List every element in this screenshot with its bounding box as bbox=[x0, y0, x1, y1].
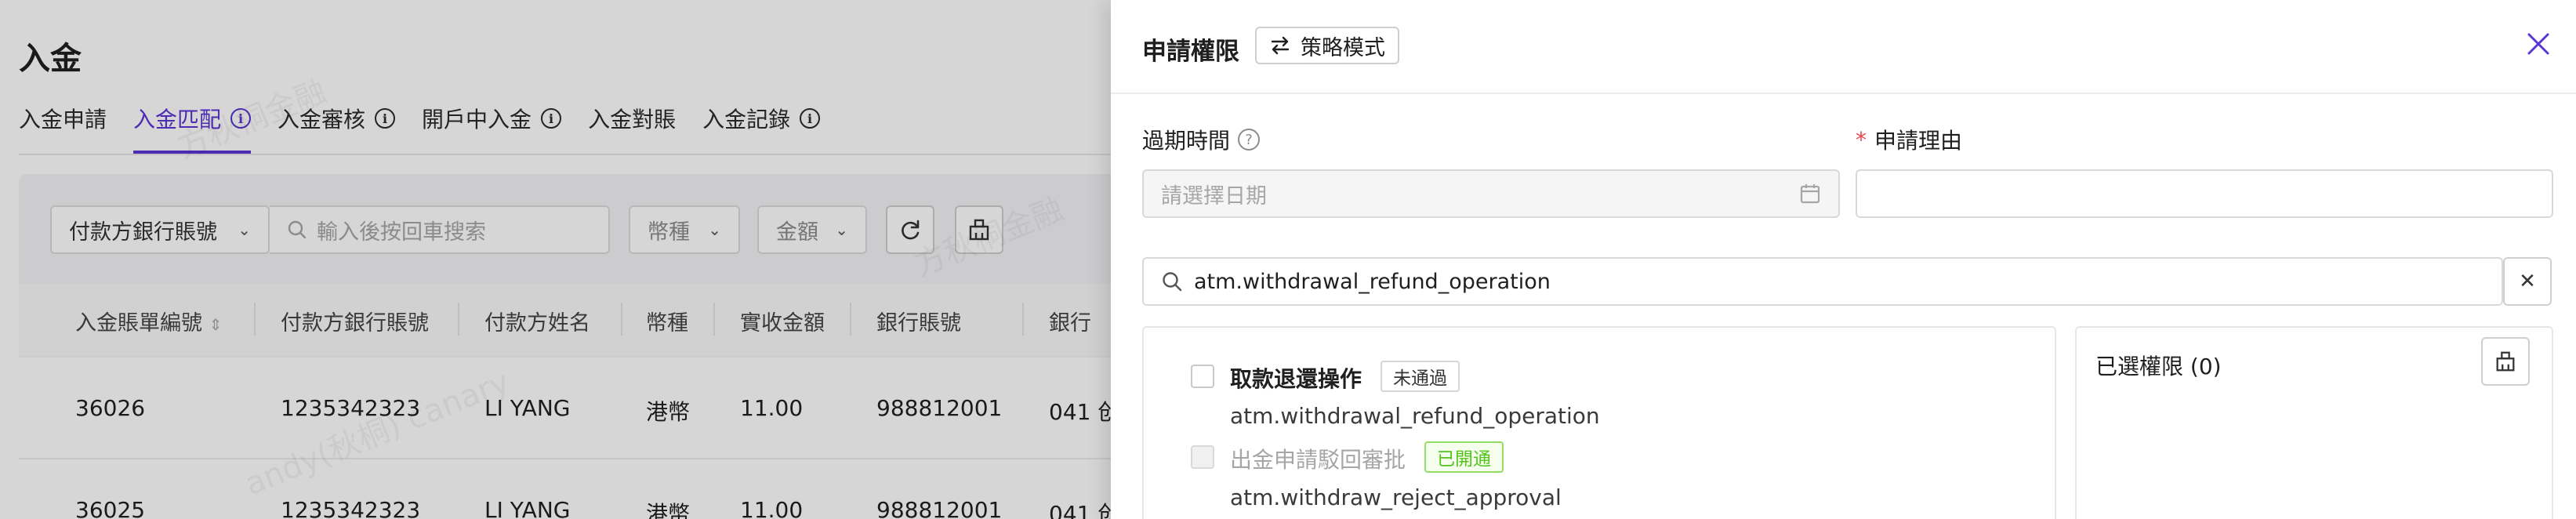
permission-checkbox[interactable] bbox=[1191, 365, 1214, 388]
expire-date-picker[interactable]: 請選擇日期 bbox=[1142, 169, 1840, 218]
permission-checkbox bbox=[1191, 445, 1214, 469]
clear-selected-button[interactable] bbox=[2481, 337, 2530, 386]
question-icon[interactable]: ? bbox=[1238, 129, 1261, 151]
strategy-mode-button[interactable]: 策略模式 bbox=[1255, 27, 1399, 64]
strategy-mode-label: 策略模式 bbox=[1301, 35, 1385, 60]
permission-search-input[interactable]: atm.withdrawal_refund_operation bbox=[1142, 257, 2503, 306]
required-mark: * bbox=[1856, 126, 1867, 153]
expire-time-label: 過期時間 ? bbox=[1142, 124, 1261, 155]
reason-label: * 申請理由 bbox=[1856, 124, 1962, 155]
close-icon: ✕ bbox=[2519, 270, 2536, 293]
expire-time-text: 過期時間 bbox=[1142, 128, 1231, 154]
permission-name: 出金申請駁回審批 bbox=[1230, 447, 1406, 473]
drawer-header: 申請權限 策略模式 bbox=[1111, 0, 2576, 94]
status-badge: 未通過 bbox=[1381, 361, 1460, 392]
broom-icon bbox=[2496, 351, 2515, 372]
swap-icon bbox=[1271, 36, 1290, 55]
reason-text: 申請理由 bbox=[1874, 128, 1963, 154]
date-placeholder: 請選擇日期 bbox=[1161, 183, 1267, 209]
calendar-icon bbox=[1800, 184, 1820, 204]
clear-search-button[interactable]: ✕ bbox=[2503, 257, 2552, 306]
permission-name: 取款退還操作 bbox=[1230, 366, 1362, 392]
close-icon[interactable] bbox=[2523, 28, 2554, 60]
search-icon bbox=[1163, 272, 1182, 292]
selected-permissions-title: 已選權限 (0) bbox=[2095, 354, 2222, 379]
drawer-title: 申請權限 bbox=[1142, 38, 1239, 66]
permission-code: atm.withdrawal_refund_operation bbox=[1230, 403, 1600, 429]
reason-input[interactable] bbox=[1856, 169, 2553, 218]
apply-permission-drawer: 申請權限 策略模式 過期時間 ? 請選擇日期 * 申請理由 atm.withdr… bbox=[1111, 0, 2576, 519]
permission-search-value: atm.withdrawal_refund_operation bbox=[1194, 269, 1551, 294]
status-badge: 已開通 bbox=[1424, 441, 1504, 473]
permission-code: atm.withdraw_reject_approval bbox=[1230, 485, 1562, 510]
